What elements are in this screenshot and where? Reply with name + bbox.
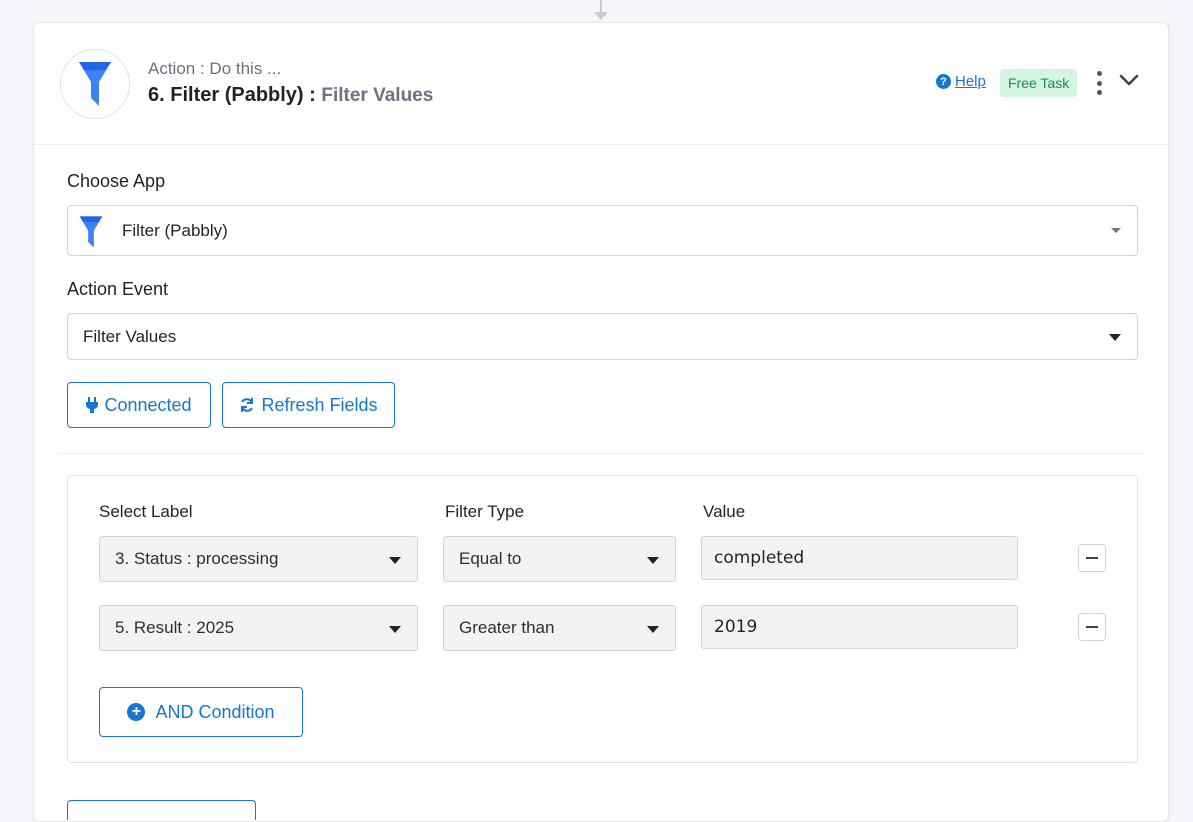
question-circle-icon: ?: [936, 74, 951, 89]
app-logo: [60, 49, 130, 119]
select-label-header: Select Label: [99, 502, 193, 521]
funnel-icon: [79, 62, 111, 106]
filter-conditions-panel: Select Label Filter Type Value 3. Status…: [67, 475, 1138, 763]
condition-label-select[interactable]: 5. Result : 2025: [99, 605, 418, 651]
filter-type-header: Filter Type: [445, 502, 525, 521]
next-button-partial[interactable]: [67, 800, 256, 820]
add-and-condition-button[interactable]: + AND Condition: [99, 687, 303, 737]
condition-label-select[interactable]: 3. Status : processing: [99, 536, 418, 582]
dropdown-caret-icon: [389, 626, 401, 633]
step-title-event: Filter Values: [321, 85, 434, 106]
dropdown-caret-icon: [1111, 228, 1121, 233]
condition-type-select[interactable]: Equal to: [443, 536, 676, 582]
condition-type-value: Equal to: [459, 549, 522, 568]
condition-type-select[interactable]: Greater than: [443, 605, 676, 651]
minus-icon: [1086, 557, 1098, 559]
step-title: 6. Filter (Pabbly) : Filter Values: [148, 84, 433, 107]
condition-value-input[interactable]: 2019: [701, 605, 1018, 649]
chevron-down-icon[interactable]: [1118, 71, 1140, 89]
plug-icon: [86, 397, 99, 413]
help-link[interactable]: ? Help: [936, 73, 986, 90]
condition-value-input[interactable]: completed: [701, 536, 1018, 580]
flow-connector-arrow-icon: [594, 12, 608, 20]
step-subtitle: Action : Do this ...: [148, 59, 282, 78]
action-event-value: Filter Values: [83, 326, 177, 346]
connected-label: Connected: [104, 394, 192, 415]
action-event-select[interactable]: Filter Values: [67, 313, 1138, 360]
value-header: Value: [703, 502, 746, 521]
dropdown-caret-icon: [389, 557, 401, 564]
condition-type-value: Greater than: [459, 618, 555, 637]
step-title-app: 6. Filter (Pabbly) :: [148, 84, 316, 106]
section-divider: [59, 453, 1144, 454]
choose-app-value: Filter (Pabbly): [122, 220, 228, 240]
refresh-icon: [241, 398, 254, 412]
dropdown-caret-icon: [1109, 334, 1121, 341]
and-condition-label: AND Condition: [155, 701, 275, 722]
step-header: Action : Do this ... 6. Filter (Pabbly) …: [34, 23, 1168, 145]
condition-label-value: 5. Result : 2025: [115, 618, 235, 637]
refresh-label: Refresh Fields: [261, 394, 378, 415]
connected-button[interactable]: Connected: [67, 382, 211, 428]
minus-icon: [1086, 626, 1098, 628]
free-task-badge: Free Task: [1000, 69, 1078, 97]
remove-condition-button[interactable]: [1078, 544, 1106, 572]
choose-app-select[interactable]: Filter (Pabbly): [67, 205, 1138, 256]
condition-label-value: 3. Status : processing: [115, 549, 279, 568]
plus-circle-icon: +: [127, 703, 146, 721]
dropdown-caret-icon: [647, 557, 659, 564]
refresh-fields-button[interactable]: Refresh Fields: [222, 382, 395, 428]
more-options-icon[interactable]: [1094, 71, 1104, 95]
help-label: Help: [955, 73, 986, 90]
action-event-label: Action Event: [67, 279, 169, 299]
choose-app-label: Choose App: [67, 171, 166, 191]
dropdown-caret-icon: [647, 626, 659, 633]
funnel-icon: [79, 216, 103, 248]
remove-condition-button[interactable]: [1078, 613, 1106, 641]
action-step-card: Action : Do this ... 6. Filter (Pabbly) …: [33, 22, 1169, 822]
